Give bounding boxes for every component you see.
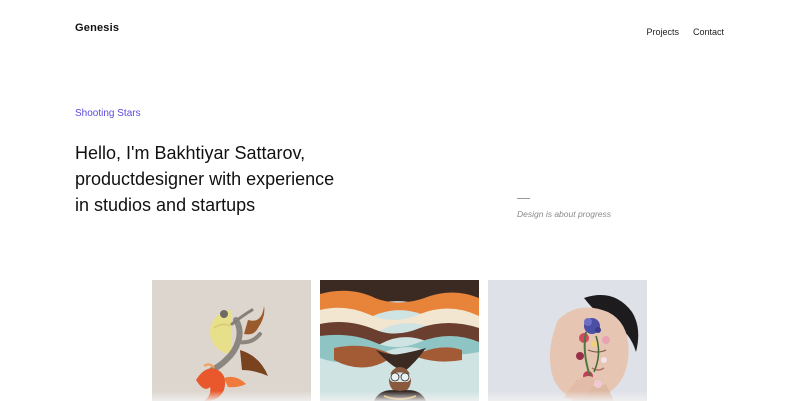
flower-face-portrait-artwork bbox=[488, 280, 647, 401]
tagline-divider bbox=[517, 198, 530, 199]
brand-logo[interactable]: Genesis bbox=[75, 22, 119, 34]
project-gallery bbox=[152, 280, 647, 401]
hero-tagline: Design is about progress bbox=[517, 209, 612, 219]
gallery-tile-2[interactable] bbox=[320, 280, 479, 401]
hero-headline-line-2: productdesigner with experience bbox=[75, 169, 335, 189]
hero-headline-line-1: Hello, I'm Bakhtiyar Sattarov, bbox=[75, 143, 306, 163]
page: Genesis Projects Contact Shooting Stars … bbox=[0, 0, 800, 401]
hero-headline-line-3: in studios and startups bbox=[75, 195, 256, 215]
nav-link-projects[interactable]: Projects bbox=[646, 27, 679, 37]
main-nav: Projects Contact bbox=[646, 27, 724, 37]
swirling-hair-portrait-artwork bbox=[320, 280, 479, 401]
nav-link-contact[interactable]: Contact bbox=[693, 27, 724, 37]
hero-eyebrow: Shooting Stars bbox=[75, 108, 141, 119]
dancer-collage-artwork bbox=[152, 280, 311, 401]
gallery-tile-3[interactable] bbox=[488, 280, 647, 401]
hero-headline: Hello, I'm Bakhtiyar Sattarov, productde… bbox=[75, 140, 395, 218]
gallery-tile-1[interactable] bbox=[152, 280, 311, 401]
